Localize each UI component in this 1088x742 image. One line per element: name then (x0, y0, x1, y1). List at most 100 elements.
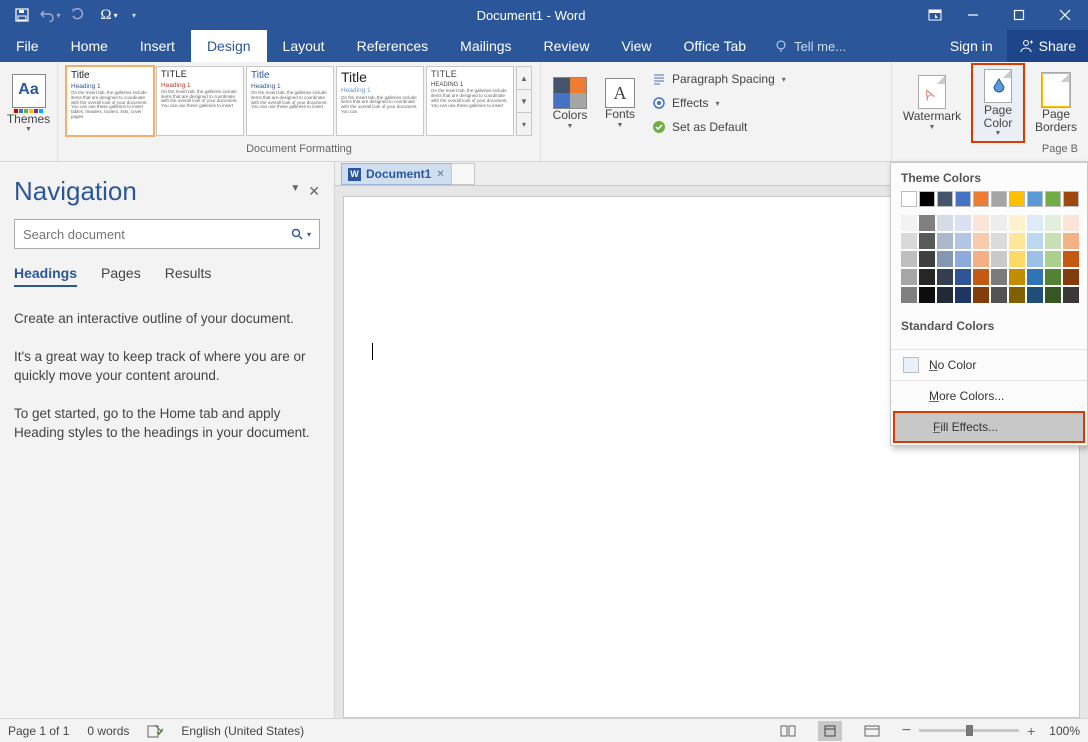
style-card[interactable]: Title Heading 1 On the Insert tab, the g… (336, 66, 424, 136)
color-swatch[interactable] (1009, 287, 1025, 303)
color-swatch[interactable] (919, 269, 935, 285)
nav-dropdown-icon[interactable]: ▼ (290, 183, 300, 200)
color-swatch[interactable] (955, 233, 971, 249)
color-swatch[interactable] (937, 251, 953, 267)
color-swatch[interactable] (1045, 269, 1061, 285)
color-swatch[interactable] (1045, 251, 1061, 267)
color-swatch[interactable] (1063, 251, 1079, 267)
color-swatch[interactable] (1045, 287, 1061, 303)
color-swatch[interactable] (955, 215, 971, 231)
share-button[interactable]: Share (1007, 30, 1088, 62)
themes-button[interactable]: Aa Themes ▼ (6, 64, 51, 142)
color-swatch[interactable] (919, 215, 935, 231)
scroll-down-icon[interactable]: ▼ (517, 90, 531, 113)
zoom-level[interactable]: 100% (1049, 724, 1080, 738)
nav-tab-results[interactable]: Results (165, 265, 212, 287)
color-swatch[interactable] (919, 287, 935, 303)
more-colors-item[interactable]: More Colors...More Colors... (891, 381, 1087, 411)
color-swatch[interactable] (973, 191, 989, 207)
color-swatch[interactable] (991, 191, 1007, 207)
save-button[interactable] (8, 1, 36, 29)
color-swatch[interactable] (901, 287, 917, 303)
tab-insert[interactable]: Insert (124, 30, 191, 62)
document-tab[interactable]: W Document1 ✕ (341, 163, 452, 185)
color-swatch[interactable] (937, 215, 953, 231)
tell-me-search[interactable]: Tell me... (762, 30, 858, 62)
tab-file[interactable]: File (0, 30, 55, 62)
color-swatch[interactable] (1009, 233, 1025, 249)
style-card[interactable]: Title Heading 1 On the Insert tab, the g… (246, 66, 334, 136)
color-swatch[interactable] (1027, 287, 1043, 303)
color-swatch[interactable] (919, 191, 935, 207)
color-swatch[interactable] (973, 251, 989, 267)
word-count[interactable]: 0 words (87, 724, 129, 738)
signin-button[interactable]: Sign in (936, 30, 1007, 62)
read-mode-button[interactable] (776, 721, 800, 741)
print-layout-button[interactable] (818, 721, 842, 741)
color-swatch[interactable] (919, 251, 935, 267)
color-swatch[interactable] (1045, 233, 1061, 249)
search-icon[interactable]: ▾ (291, 228, 311, 240)
page-indicator[interactable]: Page 1 of 1 (8, 724, 69, 738)
fonts-button[interactable]: A Fonts▼ (599, 64, 641, 142)
qat-customize[interactable]: ▾ (126, 1, 142, 29)
color-swatch[interactable] (937, 287, 953, 303)
color-swatch[interactable] (937, 233, 953, 249)
color-swatch[interactable] (901, 191, 917, 207)
nav-close-icon[interactable]: ✕ (308, 183, 320, 200)
tab-references[interactable]: References (341, 30, 445, 62)
watermark-button[interactable]: A Watermark▼ (898, 64, 966, 142)
tab-design[interactable]: Design (191, 30, 267, 62)
color-swatch[interactable] (1063, 191, 1079, 207)
color-swatch[interactable] (1027, 215, 1043, 231)
color-swatch[interactable] (1027, 191, 1043, 207)
color-swatch[interactable] (955, 191, 971, 207)
maximize-button[interactable] (996, 0, 1042, 30)
color-swatch[interactable] (955, 269, 971, 285)
style-card[interactable]: TITLE HEADING 1 On the Insert tab, the g… (426, 66, 514, 136)
zoom-out-button[interactable]: − (902, 722, 911, 740)
color-swatch[interactable] (1045, 191, 1061, 207)
color-swatch[interactable] (1009, 191, 1025, 207)
effects-button[interactable]: Effects▾ (647, 92, 790, 114)
tab-layout[interactable]: Layout (267, 30, 341, 62)
style-card[interactable]: Title Heading 1 On the Insert tab, the g… (66, 66, 154, 136)
color-swatch[interactable] (937, 191, 953, 207)
paragraph-spacing-button[interactable]: Paragraph Spacing▾ (647, 68, 790, 90)
set-default-button[interactable]: Set as Default (647, 116, 790, 138)
undo-button[interactable]: ▾ (36, 1, 64, 29)
tab-home[interactable]: Home (55, 30, 124, 62)
color-swatch[interactable] (1009, 251, 1025, 267)
color-swatch[interactable] (991, 215, 1007, 231)
zoom-slider[interactable] (919, 729, 1019, 732)
color-swatch[interactable] (1045, 215, 1061, 231)
fill-effects-item[interactable]: Fill Effects...Fill Effects... (893, 411, 1085, 443)
web-layout-button[interactable] (860, 721, 884, 741)
color-swatch[interactable] (919, 233, 935, 249)
color-swatch[interactable] (901, 251, 917, 267)
no-color-item[interactable]: NNo Coloro Color (891, 350, 1087, 380)
language-indicator[interactable]: English (United States) (181, 724, 304, 738)
tab-mailings[interactable]: Mailings (444, 30, 527, 62)
color-swatch[interactable] (1063, 215, 1079, 231)
tab-review[interactable]: Review (528, 30, 606, 62)
close-button[interactable] (1042, 0, 1088, 30)
color-swatch[interactable] (901, 269, 917, 285)
redo-button[interactable] (64, 1, 92, 29)
color-swatch[interactable] (1027, 269, 1043, 285)
color-swatch[interactable] (973, 233, 989, 249)
tab-view[interactable]: View (605, 30, 667, 62)
color-swatch[interactable] (1009, 269, 1025, 285)
color-swatch[interactable] (973, 269, 989, 285)
page-borders-button[interactable]: Page Borders (1030, 64, 1082, 142)
style-card[interactable]: TITLE Heading 1 On the Insert tab, the g… (156, 66, 244, 136)
color-swatch[interactable] (955, 251, 971, 267)
color-swatch[interactable] (1063, 269, 1079, 285)
search-input[interactable]: ▾ (14, 219, 320, 249)
ribbon-display-options[interactable] (920, 0, 950, 30)
zoom-in-button[interactable]: + (1027, 723, 1035, 739)
page-color-button[interactable]: Page Color▼ (972, 64, 1024, 142)
color-swatch[interactable] (973, 287, 989, 303)
color-swatch[interactable] (901, 233, 917, 249)
color-swatch[interactable] (973, 215, 989, 231)
